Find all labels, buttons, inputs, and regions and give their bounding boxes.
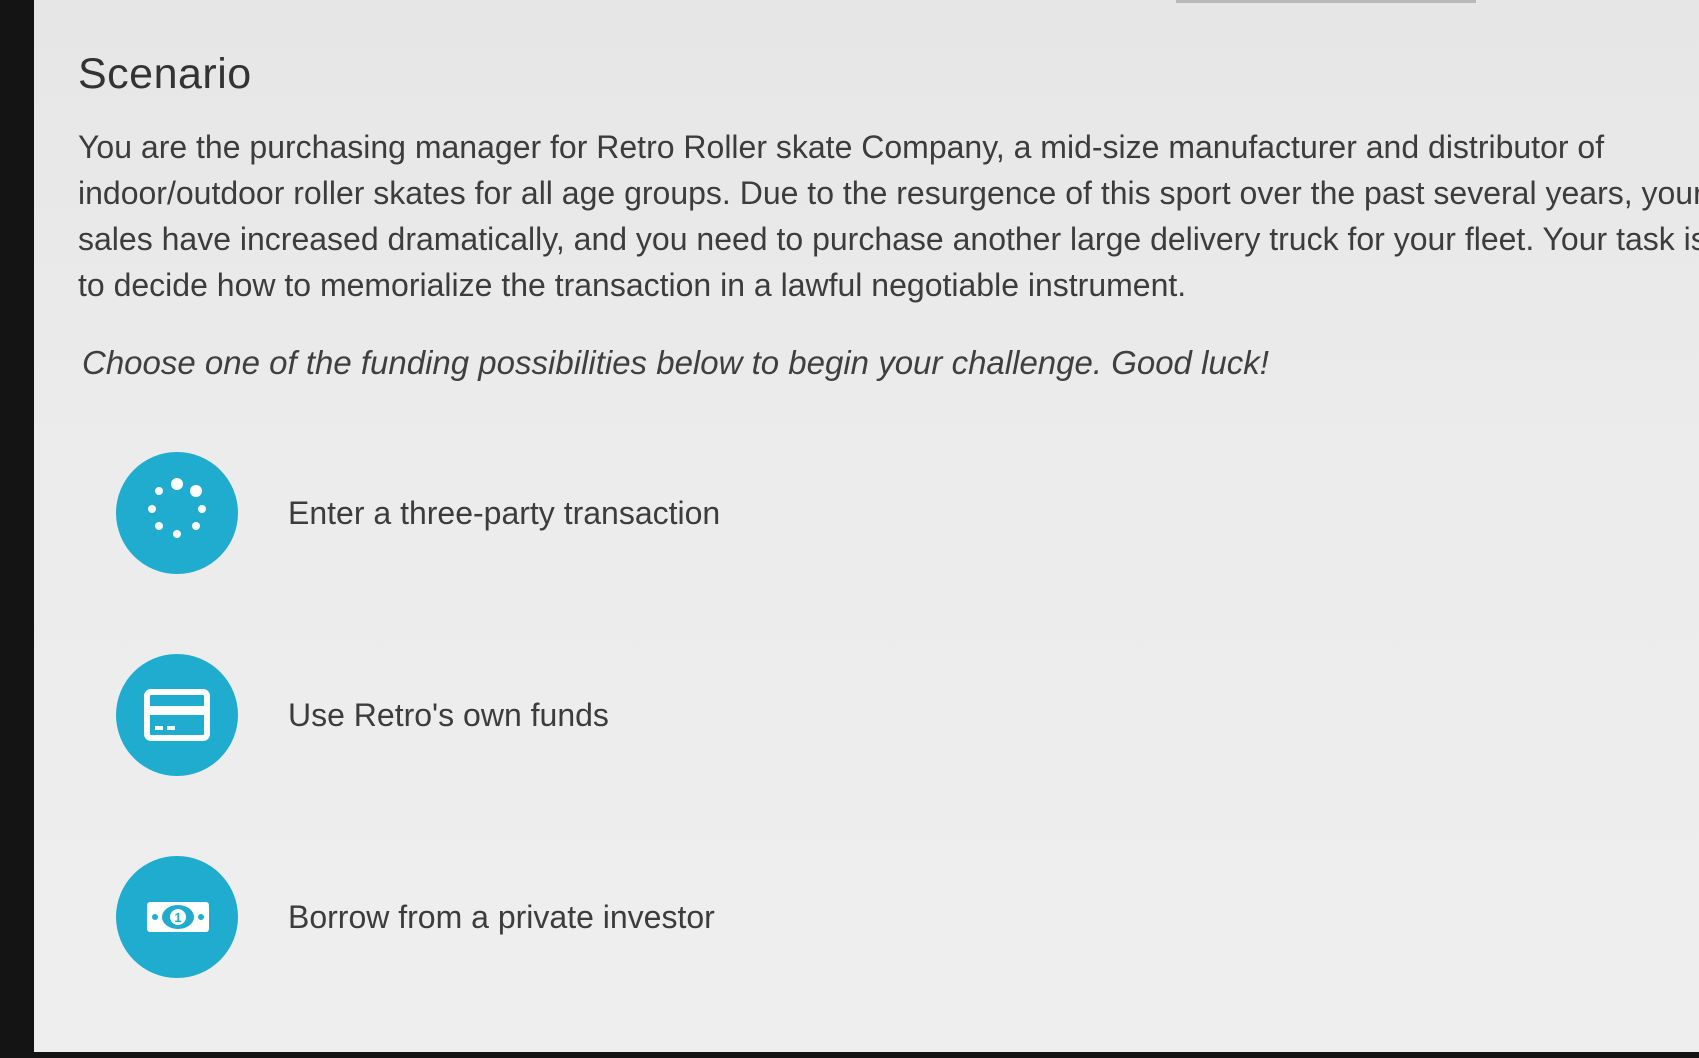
scenario-title: Scenario (78, 50, 252, 98)
funding-options-list: Enter a three-party transaction Use Retr… (116, 452, 1216, 1058)
loading-dots-icon[interactable] (116, 452, 238, 574)
banknote-icon[interactable]: 1 (116, 856, 238, 978)
option-label: Borrow from a private investor (288, 898, 715, 935)
scenario-description: You are the purchasing manager for Retro… (78, 129, 1699, 303)
option-private-investor[interactable]: 1 Borrow from a private investor (116, 856, 1216, 978)
option-label: Enter a three-party transaction (288, 494, 721, 531)
option-three-party-transaction[interactable]: Enter a three-party transaction (116, 452, 1216, 574)
scenario-screen: Scenario You are the purchasing manager … (34, 0, 1699, 1052)
svg-text:1: 1 (174, 910, 181, 925)
top-bar-indicator (1176, 0, 1476, 3)
option-own-funds[interactable]: Use Retro's own funds (116, 654, 1216, 776)
scenario-prompt: Choose one of the funding possibilities … (82, 344, 1269, 381)
option-label: Use Retro's own funds (288, 696, 609, 733)
credit-card-icon[interactable] (116, 654, 238, 776)
